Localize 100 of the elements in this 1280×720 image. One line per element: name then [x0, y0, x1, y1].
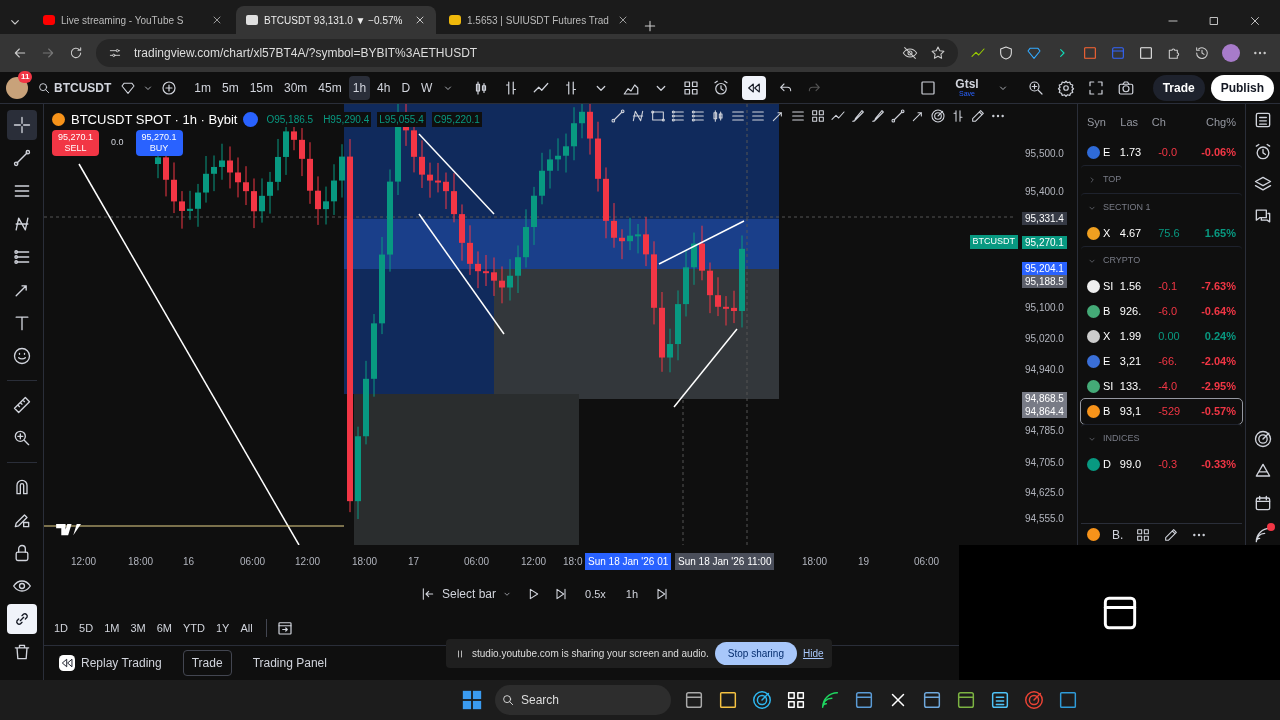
last-price: 1.73 [1119, 145, 1143, 161]
range-button[interactable]: 6M [152, 617, 176, 639]
time-label: 06:00 [463, 555, 491, 569]
interval-button[interactable]: 5m [218, 75, 243, 100]
percent-change: -0.06% [1200, 145, 1236, 161]
watchlist-row[interactable]: X 4.67 75.6 1.65% [1081, 221, 1242, 246]
tab-title: BTCUSDT 93,131.0 ▼ −0.57% [264, 13, 404, 28]
price-label: 95,020.0 [1024, 332, 1065, 345]
price-tag: 95,270.1 [1022, 236, 1067, 249]
price-change: -0.3 [1158, 457, 1179, 473]
interval-button[interactable]: 1h [621, 583, 643, 605]
watchlist-row[interactable]: E 3,21 -66. -2.04% [1081, 349, 1242, 374]
last-price: 1.56 [1119, 279, 1143, 295]
symbol-search[interactable]: BTCUSDT [34, 78, 115, 97]
price-tag: 95,188.5 [1022, 275, 1067, 288]
panel-tab[interactable]: Trade [182, 650, 232, 676]
price-change: -4.0 [1158, 379, 1179, 395]
watchlist-row[interactable]: SI 1.56 -0.1 -7.63% [1081, 274, 1242, 299]
select-bar-button[interactable]: Select bar [419, 584, 514, 604]
price-tag: 95,204.1 [1022, 262, 1067, 275]
address-field[interactable]: tradingview.com/chart/xl57BT4A/?symbol=BYBIT%3AETHUSDT [96, 39, 958, 67]
taskbar-search[interactable]: Search [495, 685, 671, 715]
layout-name[interactable]: Gtsl [955, 78, 979, 90]
column-header[interactable]: Las [1120, 113, 1152, 131]
watchlist-symbol: D [1103, 457, 1112, 473]
browser-tab[interactable]: BTCUSDT 93,131.0 ▼ −0.57% [236, 6, 436, 34]
time-label: 18:00 [801, 555, 829, 569]
watchlist-symbol: E [1103, 145, 1112, 161]
range-button[interactable]: 3M [126, 617, 150, 639]
panel-tab[interactable]: Replay Trading [50, 650, 171, 676]
column-header[interactable]: Syn [1087, 113, 1121, 131]
interval-button[interactable]: 1h [348, 75, 371, 100]
price-change: -66. [1158, 354, 1179, 370]
last-price: 4.67 [1119, 226, 1143, 242]
last-price: 133. [1119, 379, 1143, 395]
watchlist-row[interactable]: D 99.0 -0.3 -0.33% [1081, 452, 1242, 477]
section-label: SECTION 1 [1103, 200, 1151, 214]
price-label: 95,100.0 [1024, 301, 1065, 314]
last-price: 99.0 [1119, 457, 1143, 473]
section-label: CRYPTO [1103, 253, 1141, 267]
price-change: -0.1 [1158, 279, 1179, 295]
price-tag: 94,864.4 [1022, 405, 1067, 418]
sell-button[interactable]: 95,270.1 SELL [52, 130, 100, 156]
range-button[interactable]: YTD [178, 617, 209, 639]
price-label: 94,785.0 [1024, 424, 1065, 437]
time-label: 18:0 [562, 555, 584, 569]
publish-button[interactable]: Publish [1210, 74, 1274, 101]
time-label: 16 [182, 555, 196, 569]
price-change: -6.0 [1158, 304, 1179, 320]
interval-button[interactable]: 15m [245, 75, 277, 100]
price-label: 94,705.0 [1024, 456, 1065, 469]
browser-tab[interactable]: 1.5653 | SUIUSDT Futures Trad [439, 6, 639, 34]
chart-legend-title: BTCUSDT SPOT · 1h · Bybit [71, 111, 238, 129]
section-header[interactable]: TOP [1081, 165, 1242, 193]
section-header[interactable]: CRYPTO [1081, 246, 1242, 274]
watchlist-symbol: SI [1103, 379, 1115, 395]
buy-button[interactable]: 95,270.1 BUY [135, 130, 183, 156]
range-button[interactable]: 1Y [211, 617, 234, 639]
percent-change: -2.04% [1200, 354, 1236, 370]
watchlist-symbol: X [1103, 226, 1112, 242]
time-label: 18:00 [127, 555, 155, 569]
time-label: 06:00 [239, 555, 267, 569]
symbol-price-tag: BTCUSDT [969, 235, 1018, 249]
interval-button[interactable]: D [397, 75, 415, 100]
ohlc-value: C95,220.1 [431, 112, 482, 128]
watchlist-row[interactable]: SI 133. -4.0 -2.95% [1081, 374, 1242, 399]
interval-button[interactable]: 1m [190, 75, 215, 100]
range-button[interactable]: 1M [100, 617, 124, 639]
section-header[interactable]: SECTION 1 [1081, 193, 1242, 221]
last-price: 3,21 [1119, 354, 1143, 370]
column-header[interactable]: Ch [1151, 113, 1187, 131]
hide-link[interactable]: Hide [802, 646, 824, 661]
range-button[interactable]: All [236, 617, 257, 639]
interval-button[interactable]: 4h [373, 75, 395, 100]
ohlc-value: L95,055.4 [377, 112, 426, 128]
url-text: tradingview.com/chart/xl57BT4A/?symbol=BYBIT%3AETHUSDT [134, 45, 478, 62]
watchlist-row[interactable]: B 93,1 -529 -0.57% [1081, 399, 1242, 424]
interval-button[interactable]: 45m [314, 75, 346, 100]
stop-sharing-button[interactable]: Stop sharing [714, 642, 797, 665]
ohlc-value: O95,186.5 [264, 112, 316, 128]
interval-button[interactable]: W [417, 75, 437, 100]
column-header[interactable]: Chg% [1187, 113, 1236, 131]
watchlist-symbol: SI [1103, 279, 1115, 295]
interval-button[interactable]: 30m [280, 75, 312, 100]
time-label: 18:00 [351, 555, 379, 569]
range-button[interactable]: 1D [50, 617, 73, 639]
percent-change: -0.57% [1200, 404, 1236, 420]
last-price: 926. [1119, 304, 1143, 320]
panel-tab[interactable]: Trading Panel [243, 650, 336, 676]
watchlist-row[interactable]: E 1.73 -0.0 -0.06% [1081, 140, 1242, 165]
watchlist-row[interactable]: B 926. -6.0 -0.64% [1081, 299, 1242, 324]
trade-button[interactable]: Trade [1152, 74, 1205, 101]
browser-tab[interactable]: Live streaming - YouTube S [33, 6, 233, 34]
section-header[interactable]: INDICES [1081, 424, 1242, 452]
speed-button[interactable]: 0.5x [581, 583, 610, 605]
range-button[interactable]: 5D [75, 617, 98, 639]
watchlist-row[interactable]: X 1.99 0.00 0.24% [1081, 324, 1242, 349]
time-label: 06:00 [913, 555, 941, 569]
price-change: 75.6 [1158, 226, 1181, 242]
percent-change: -0.33% [1200, 457, 1236, 473]
